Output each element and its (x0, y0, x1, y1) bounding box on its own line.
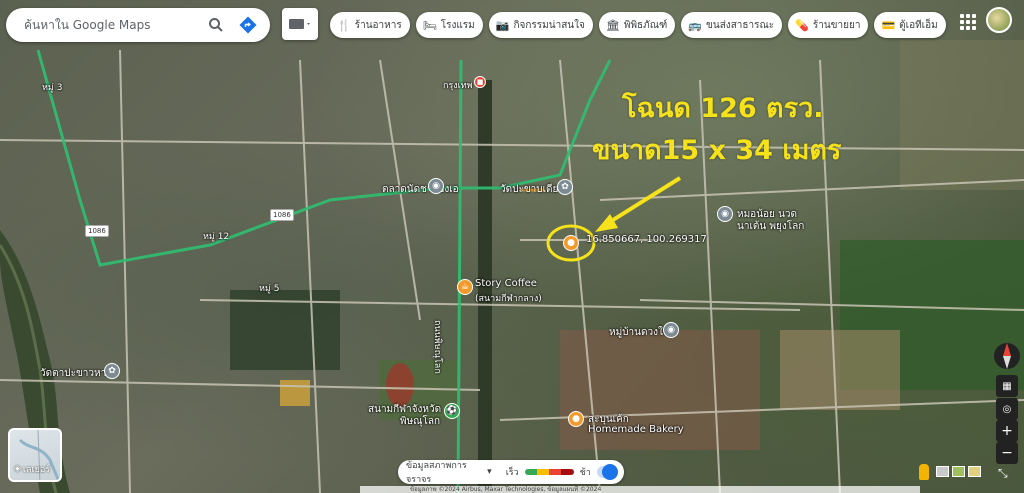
place-label-talad[interactable]: ตลาดนัดชายอิงเอ (382, 182, 459, 197)
area-label-moo3: หมู่ 3 (42, 83, 63, 93)
annotation-line-2: ขนาด15 x 34 เมตร (592, 135, 842, 166)
area-label-moo5: หมู่ 5 (259, 284, 280, 294)
pegman-icon[interactable] (919, 464, 929, 480)
annotation-line-1: โฉนด 126 ตรว. (622, 93, 824, 124)
traffic-color-bar (524, 469, 574, 475)
chip-pharmacies[interactable]: 💊 ร้านขายยา (788, 12, 869, 38)
place-pin-moh-noi[interactable]: ◉ (717, 206, 733, 222)
search-box[interactable] (6, 8, 270, 42)
map-overlay-svg (0, 40, 1024, 493)
museum-icon: 🏛 (605, 18, 620, 32)
traffic-label: ข้อมูลสภาพการจราจร (406, 461, 467, 485)
keyboard-toggle-button[interactable] (282, 8, 318, 40)
my-location-button[interactable]: ◎ (996, 398, 1018, 420)
search-icon[interactable] (204, 13, 228, 37)
chip-restaurants[interactable]: 🍴 ร้านอาหาร (330, 12, 410, 38)
zoom-out-button[interactable]: − (996, 442, 1018, 464)
category-chips: 🍴 ร้านอาหาร 🛏 โรงแรม 📷 กิจกรรมน่าสนใจ 🏛 พิพิ… (330, 12, 946, 38)
keyboard-icon (289, 19, 310, 29)
traffic-legend[interactable]: ข้อมูลสภาพการจราจร ▾ เร็ว ช้า (398, 460, 624, 485)
place-label-story-coffee-sub[interactable]: (สนามกีฬากลาง) (475, 291, 542, 305)
bank-pin[interactable]: ■ (474, 76, 486, 88)
place-label-bakery-2[interactable]: Homemade Bakery (588, 424, 684, 435)
place-label-wat[interactable]: วัดปะขาบเดีย (500, 182, 558, 197)
road-label-main: ถนนพิษณุโลก (432, 320, 442, 374)
chip-attractions[interactable]: 📷 กิจกรรมน่าสนใจ (488, 12, 593, 38)
traffic-slow-label: ช้า (579, 468, 591, 478)
atm-icon: 💳 (881, 18, 896, 32)
stadium-pin[interactable]: ⚽ (444, 403, 460, 419)
imagery-thumbnails[interactable] (936, 466, 981, 477)
directions-icon[interactable] (236, 13, 260, 37)
coords-label: 16.850667, 100.269317 (586, 234, 707, 245)
place-pin-talad[interactable]: ◉ (428, 178, 444, 194)
traffic-toggle[interactable] (596, 464, 619, 480)
apps-grid-icon[interactable] (958, 12, 976, 30)
area-label-moo12: หมู่ 12 (203, 232, 230, 242)
place-pin-wat[interactable]: ✿ (557, 179, 573, 195)
cafe-pin[interactable]: ☕ (457, 279, 473, 295)
road-shield-1086-b: 1086 (85, 225, 109, 237)
place-label-moo-ban[interactable]: หมู่บ้านดวงใจ (609, 325, 669, 340)
traffic-fast-label: เร็ว (505, 468, 519, 478)
search-input[interactable] (24, 18, 204, 32)
account-avatar[interactable] (986, 7, 1012, 33)
chip-museums[interactable]: 🏛 พิพิธภัณฑ์ (598, 12, 676, 38)
place-label-kru[interactable]: กรุงเทพ (443, 78, 473, 92)
chip-transit[interactable]: 🚌 ขนส่งสาธารณะ (681, 12, 783, 38)
place-label-story-coffee[interactable]: Story Coffee (475, 278, 537, 289)
layers-icon: ◈ (14, 464, 21, 474)
fork-knife-icon: 🍴 (337, 18, 351, 32)
pharmacy-icon: 💊 (795, 18, 809, 32)
place-label-stadium-2[interactable]: พิษณุโลก (400, 414, 440, 429)
bed-icon: 🛏 (422, 18, 437, 32)
tilt-button[interactable]: ▦ (996, 375, 1018, 397)
place-pin-moo-ban[interactable]: ◉ (663, 322, 679, 338)
dropdown-icon[interactable]: ▾ (487, 467, 492, 477)
expand-icon[interactable]: ⤡ (998, 466, 1008, 481)
camera-icon: 📷 (495, 18, 510, 32)
road-shield-1086: 1086 (270, 209, 294, 221)
place-label-moh-noi-2[interactable]: นาเต้น พยุงโลก (737, 219, 804, 234)
layers-button[interactable]: ◈ เลเยอร์ (8, 428, 62, 482)
selected-location-pin[interactable]: ● (563, 235, 579, 251)
bus-icon: 🚌 (688, 18, 703, 32)
attribution-footer: ข้อมูลภาพ ©2024 Airbus, Maxar Technologi… (360, 486, 920, 493)
zoom-in-button[interactable]: + (996, 420, 1018, 442)
place-label-wat-left[interactable]: วัดตาปะขาวหาย (40, 366, 112, 381)
compass-icon[interactable] (994, 340, 1020, 372)
chip-atms[interactable]: 💳 ตู้เอทีเอ็ม (874, 12, 946, 38)
satellite-map[interactable]: ตลาดนัดชายอิงเอ วัดปะขาบเดีย 16.850667, … (0, 0, 1024, 493)
bakery-pin[interactable]: ● (568, 411, 584, 427)
temple-pin[interactable]: ✿ (104, 363, 120, 379)
chip-hotels[interactable]: 🛏 โรงแรม (415, 12, 483, 38)
